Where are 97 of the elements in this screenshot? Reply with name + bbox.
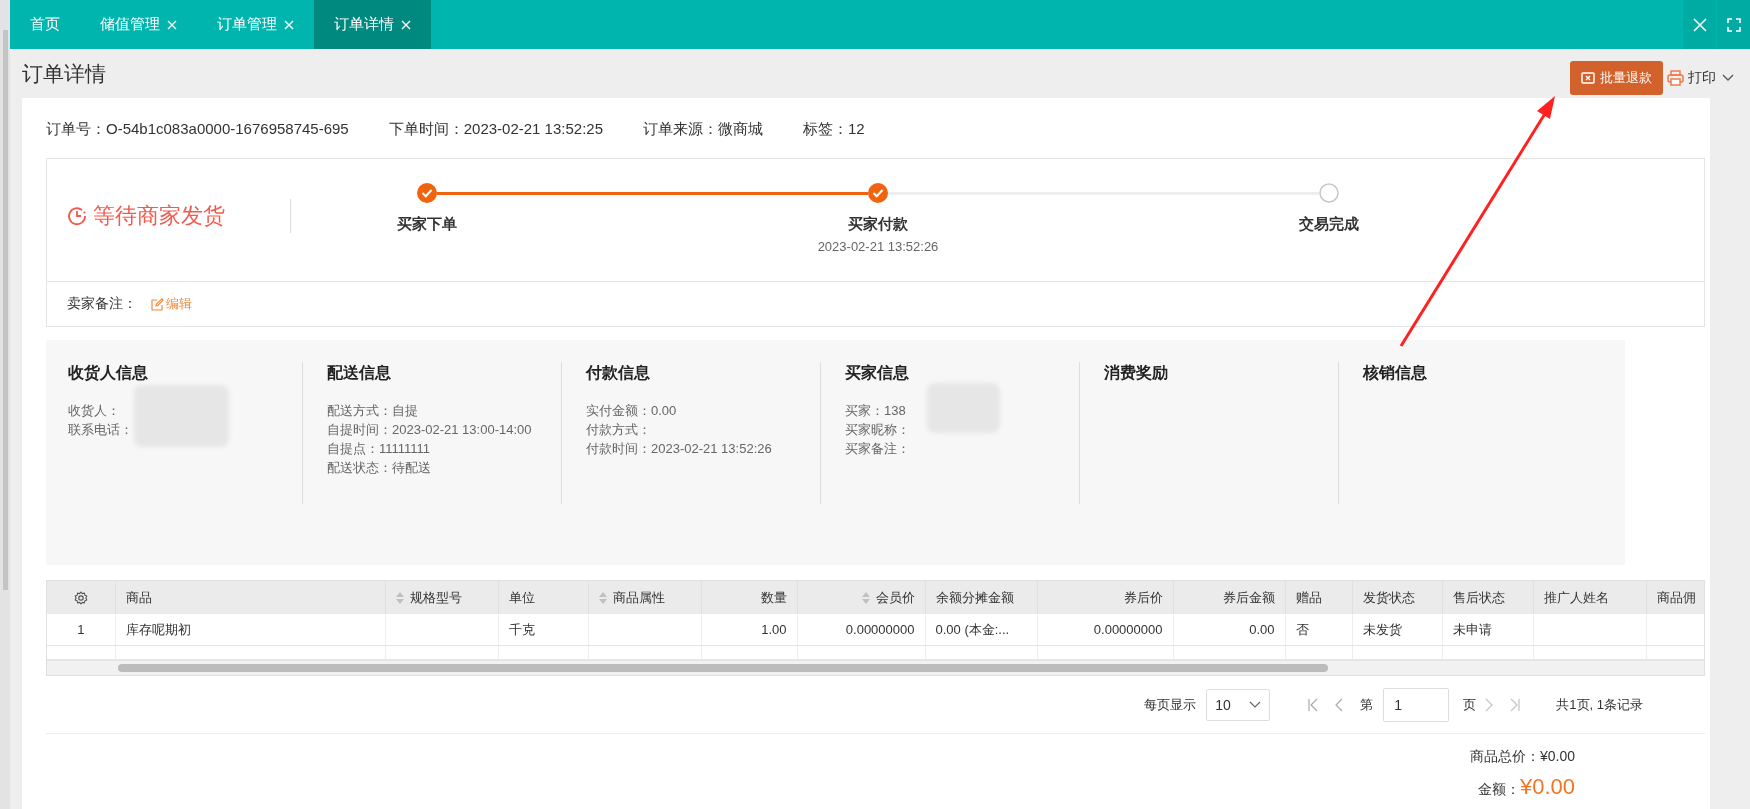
close-icon	[284, 19, 294, 30]
total-value: ¥0.00	[1519, 774, 1575, 800]
page-size-select[interactable]: 10	[1206, 688, 1271, 721]
chevron-down-icon	[1249, 700, 1262, 709]
page-input[interactable]: 1	[1383, 687, 1450, 722]
table-cell: 0.00000000	[797, 614, 925, 646]
step-label: 买家下单	[397, 215, 457, 234]
column-header: 发货状态	[1362, 588, 1415, 607]
table-cell: 库存呢期初	[115, 614, 385, 646]
settings-icon[interactable]	[73, 590, 88, 605]
step-label: 交易完成	[1299, 215, 1359, 234]
total-value: ¥0.00	[1539, 748, 1575, 764]
info-field: 买家：138	[845, 401, 1079, 420]
section-title: 付款信息	[586, 363, 651, 383]
total-label: 金额：	[1477, 781, 1520, 799]
section-title: 收货人信息	[68, 363, 149, 384]
table-cell: 未发货	[1352, 614, 1442, 646]
seller-note-label: 卖家备注：	[67, 295, 137, 313]
tab[interactable]: 订单管理	[197, 0, 314, 49]
fullscreen-icon	[1726, 17, 1741, 32]
order-status: 等待商家发货	[93, 202, 225, 230]
info-field: 收货人：	[68, 401, 302, 420]
sort-icon[interactable]	[598, 591, 607, 604]
sort-icon[interactable]	[861, 591, 870, 604]
table-cell: 否	[1285, 614, 1352, 646]
tab[interactable]: 储值管理	[80, 0, 197, 49]
field-value: 微商城	[718, 120, 763, 139]
page-suffix: 页	[1463, 695, 1477, 714]
page-title: 订单详情	[22, 60, 107, 87]
info-field: 买家昵称：	[845, 420, 1079, 439]
caret-icon	[1720, 72, 1736, 83]
table-cell: 1.00	[701, 614, 797, 646]
field-label: 标签：	[803, 120, 848, 139]
field-label: 订单号：	[46, 120, 106, 139]
close-icon	[401, 19, 411, 30]
step-time: 2023-02-21 13:52:26	[817, 239, 939, 254]
info-field: 联系电话：	[68, 420, 302, 439]
close-button[interactable]	[1683, 0, 1716, 49]
close-icon	[167, 19, 177, 30]
column-header: 商品佣	[1656, 588, 1696, 607]
column-header: 推广人姓名	[1543, 588, 1609, 607]
info-field: 实付金额：0.00	[586, 401, 820, 420]
printer-icon	[1667, 69, 1684, 86]
column-header: 商品属性	[612, 588, 665, 607]
edit-icon	[151, 297, 164, 311]
field-value: 12	[848, 120, 865, 139]
table-cell: 千克	[498, 614, 588, 646]
page-size-label: 每页显示	[1144, 695, 1197, 714]
tab[interactable]: 订单详情	[314, 0, 431, 49]
info-field: 自提点：11111111	[327, 439, 561, 458]
column-header: 数量	[760, 588, 787, 607]
sort-icon[interactable]	[395, 591, 404, 604]
info-field: 付款方式：	[586, 420, 820, 439]
page-prefix: 第	[1360, 695, 1374, 714]
column-header: 券后金额	[1222, 588, 1275, 607]
field-label: 订单来源：	[643, 120, 718, 139]
close-icon	[1692, 17, 1707, 32]
refund-icon	[1581, 70, 1595, 85]
table-cell: 0.00000000	[1037, 614, 1173, 646]
section-title: 消费奖励	[1104, 363, 1169, 383]
edit-link[interactable]: 编辑	[151, 295, 192, 313]
info-field: 配送方式：自提	[327, 401, 561, 420]
previous-page-icon	[1334, 697, 1345, 712]
column-header: 券后价	[1123, 588, 1163, 607]
column-header: 会员价	[875, 588, 915, 607]
last-page-icon	[1510, 697, 1521, 712]
section-title: 核销信息	[1363, 363, 1428, 383]
info-field: 配送状态：待配送	[327, 458, 561, 477]
table-cell: 未申请	[1442, 614, 1533, 646]
info-field: 付款时间：2023-02-21 13:52:26	[586, 439, 820, 458]
column-header: 规格型号	[409, 588, 462, 607]
tab[interactable]: 首页	[10, 0, 80, 49]
print-button[interactable]: 打印	[1667, 68, 1736, 87]
total-label: 商品总价：	[1469, 748, 1540, 766]
field-value: O-54b1c083a0000-1676958745-695	[106, 120, 349, 139]
table-cell: 0.00	[1173, 614, 1285, 646]
column-header: 单位	[508, 588, 535, 607]
field-label: 下单时间：	[388, 120, 464, 139]
fullscreen-button[interactable]	[1717, 0, 1750, 49]
column-header: 售后状态	[1452, 588, 1505, 607]
column-header: 赠品	[1295, 588, 1322, 607]
step-label: 买家付款	[848, 215, 908, 234]
horizontal-scrollbar[interactable]	[47, 660, 1704, 675]
clock-icon	[67, 206, 87, 226]
section-title: 配送信息	[327, 363, 392, 383]
field-value: 2023-02-21 13:52:25	[463, 120, 603, 139]
column-header: 余额分摊金额	[935, 588, 1014, 607]
first-page-icon	[1308, 697, 1319, 712]
next-page-icon	[1484, 697, 1495, 712]
refund-button[interactable]: 批量退款	[1570, 60, 1663, 95]
page-summary: 共1页, 1条记录	[1556, 695, 1643, 714]
info-field: 买家备注：	[845, 439, 1079, 458]
table-cell: 0.00 (本金:...	[925, 614, 1037, 646]
section-title: 买家信息	[845, 363, 910, 383]
info-field: 自提时间：2023-02-21 13:00-14:00	[327, 420, 561, 439]
table-cell: 1	[47, 614, 115, 646]
column-header: 商品	[125, 588, 152, 607]
